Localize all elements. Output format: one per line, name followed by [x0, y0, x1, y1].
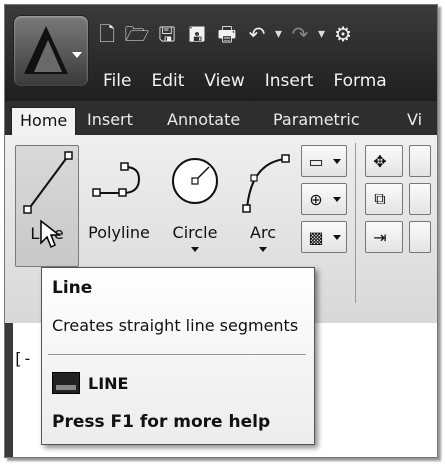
chevron-down-icon[interactable]: [333, 158, 341, 164]
workspace-icon[interactable]: ⚙: [331, 22, 355, 46]
quick-access-toolbar: 🗋 🗁 🖫 🖪 🖶 ↶ ▾ ↷ ▾ ⚙: [95, 19, 355, 49]
arc-dropdown-icon[interactable]: [259, 247, 267, 252]
command-prompt: [-: [13, 349, 33, 368]
tab-view[interactable]: Vi: [407, 107, 422, 133]
line-tooltip: Line Creates straight line segments LINE…: [41, 267, 315, 445]
menu-format[interactable]: Forma: [323, 71, 396, 91]
undo-dropdown-icon[interactable]: ▾: [275, 26, 282, 42]
tooltip-description: Creates straight line segments: [52, 316, 299, 335]
hatch-icon: ▩: [308, 227, 324, 247]
redo-dropdown-icon[interactable]: ▾: [318, 26, 325, 42]
mouse-cursor-icon: [40, 219, 62, 249]
tab-annotate[interactable]: Annotate: [167, 107, 240, 133]
rotate-button[interactable]: [409, 145, 431, 177]
tab-parametric[interactable]: Parametric: [273, 107, 360, 133]
arc-icon: [242, 154, 290, 213]
tooltip-title: Line: [52, 278, 93, 298]
menu-insert[interactable]: Insert: [255, 71, 324, 91]
chevron-down-icon[interactable]: [333, 234, 341, 240]
mirror-button[interactable]: [409, 183, 431, 215]
draw-small-tools: ▭ ⊕ ▩: [301, 145, 347, 259]
autocad-window: 🗋 🗁 🖫 🖪 🖶 ↶ ▾ ↷ ▾ ⚙ File Edit View Inser…: [4, 4, 438, 458]
polyline-icon: [92, 162, 141, 197]
print-icon[interactable]: 🖶: [215, 22, 239, 46]
polyline-button[interactable]: Polyline: [83, 145, 155, 265]
polyline-label: Polyline: [88, 223, 150, 242]
panel-divider: [355, 143, 356, 303]
chevron-down-icon: [72, 52, 82, 58]
copy-button[interactable]: ⧉: [365, 183, 403, 215]
title-bar: 🗋 🗁 🖫 🖪 🖶 ↶ ▾ ↷ ▾ ⚙ File Edit View Inser…: [5, 5, 437, 101]
modify-small-tools-2: [409, 145, 437, 259]
rectangle-icon: ▭: [308, 151, 324, 171]
tab-insert[interactable]: Insert: [87, 107, 133, 133]
saveas-icon[interactable]: 🖪: [185, 22, 209, 46]
hatch-button[interactable]: ▩: [301, 221, 347, 253]
circle-dropdown-icon[interactable]: [191, 247, 199, 252]
open-icon[interactable]: 🗁: [125, 22, 150, 46]
copy-icon: ⧉: [374, 189, 386, 208]
tooltip-help: Press F1 for more help: [52, 412, 271, 432]
autocad-logo-inner: [34, 40, 62, 72]
menu-file[interactable]: File: [93, 71, 141, 91]
circle-icon: [172, 158, 218, 204]
circle-button[interactable]: Circle: [163, 145, 227, 265]
new-icon[interactable]: 🗋: [95, 22, 119, 46]
ellipse-button[interactable]: ⊕: [301, 183, 347, 215]
command-line-icon: [52, 372, 80, 394]
menu-edit[interactable]: Edit: [141, 71, 194, 91]
arc-button[interactable]: Arc: [233, 145, 293, 265]
circle-label: Circle: [172, 223, 218, 242]
save-icon[interactable]: 🖫: [155, 22, 179, 46]
modify-small-tools: ✥ ⧉ ⇥: [365, 145, 407, 259]
ribbon-tab-row: Home Insert Annotate Parametric Vi: [5, 101, 437, 136]
stretch-button[interactable]: ⇥: [365, 221, 403, 253]
stretch-icon: ⇥: [373, 227, 387, 247]
command-line-edge: [5, 323, 13, 457]
move-icon: ✥: [373, 151, 387, 171]
tab-home[interactable]: Home: [11, 107, 77, 136]
scale-button[interactable]: [409, 221, 431, 253]
rectangle-button[interactable]: ▭: [301, 145, 347, 177]
arc-label: Arc: [250, 223, 276, 242]
ellipse-icon: ⊕: [309, 189, 323, 209]
line-icon: [23, 151, 73, 214]
menu-bar: File Edit View Insert Forma: [93, 67, 397, 95]
redo-icon[interactable]: ↷: [288, 22, 312, 46]
application-menu-button[interactable]: [13, 15, 89, 87]
move-button[interactable]: ✥: [365, 145, 403, 177]
tooltip-command: LINE: [52, 372, 128, 394]
tooltip-command-name: LINE: [88, 373, 129, 393]
undo-icon[interactable]: ↶: [245, 22, 269, 46]
menu-view[interactable]: View: [194, 71, 254, 91]
tooltip-divider: [48, 354, 306, 355]
chevron-down-icon[interactable]: [333, 196, 341, 202]
